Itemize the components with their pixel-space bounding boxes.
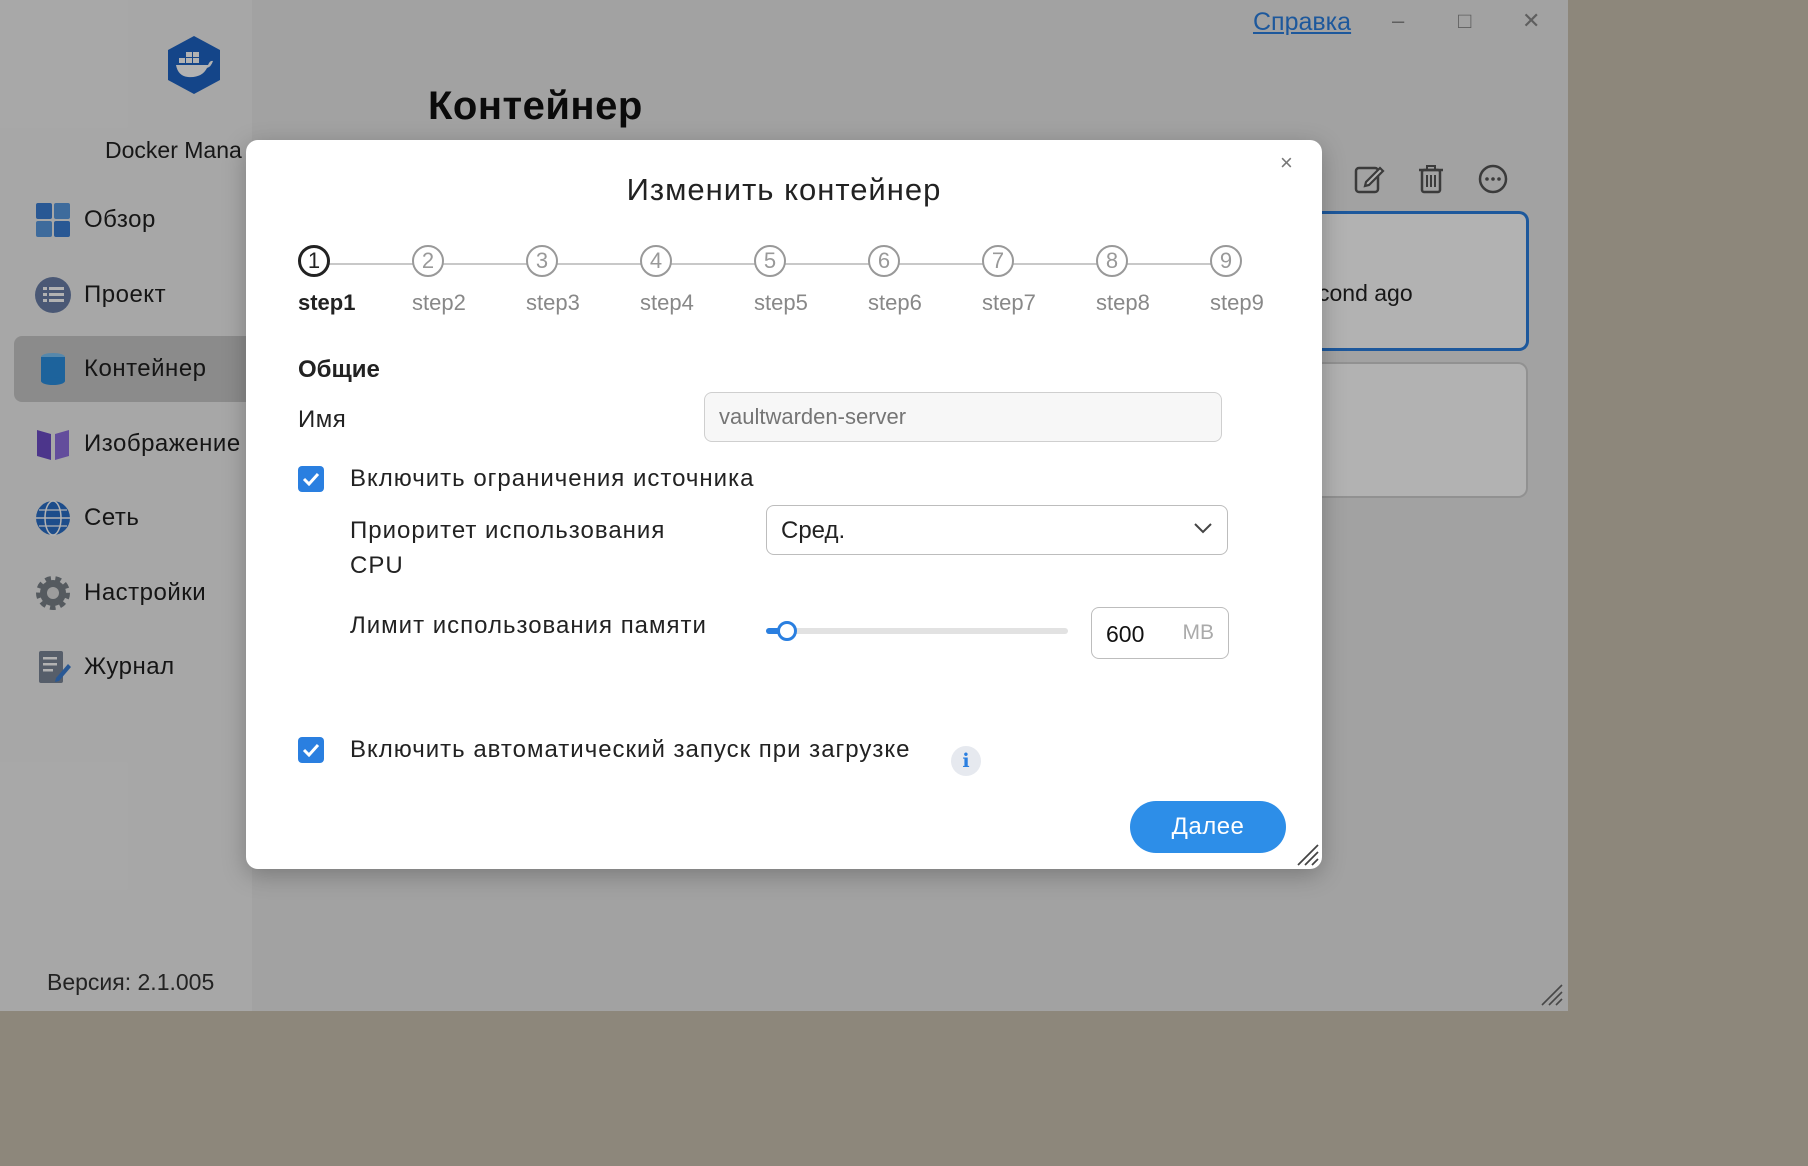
- step-3-label: step3: [526, 290, 580, 315]
- dialog-title: Изменить контейнер: [626, 172, 942, 207]
- checkmark-icon: [302, 743, 320, 757]
- step-5-circle: 5: [754, 245, 786, 277]
- memory-slider-thumb[interactable]: [777, 621, 797, 641]
- step-7-circle: 7: [982, 245, 1014, 277]
- memory-limit-value: 600: [1106, 621, 1145, 647]
- name-label: Имя: [298, 406, 347, 433]
- step-1-label: step1: [298, 290, 356, 315]
- memory-unit-label: MB: [1182, 621, 1215, 644]
- step-8-label: step8: [1096, 290, 1150, 315]
- container-name-input[interactable]: [704, 392, 1222, 442]
- step-6-circle: 6: [868, 245, 900, 277]
- edit-container-dialog: × Изменить контейнер 1 2 3 4 5 6 7 8 9 s…: [246, 140, 1322, 869]
- step-3-circle: 3: [526, 245, 558, 277]
- step-2-circle: 2: [412, 245, 444, 277]
- next-button[interactable]: Далее: [1130, 801, 1286, 853]
- info-icon[interactable]: i: [951, 746, 981, 776]
- step-4-label: step4: [640, 290, 694, 315]
- section-title-general: Общие: [298, 356, 380, 383]
- cpu-priority-select[interactable]: Сред.: [766, 505, 1228, 555]
- memory-limit-input[interactable]: 600 MB: [1091, 607, 1229, 659]
- cpu-priority-value: Сред.: [781, 517, 846, 544]
- step-7-label: step7: [982, 290, 1036, 315]
- step-2-label: step2: [412, 290, 466, 315]
- autostart-checkbox[interactable]: [298, 737, 324, 763]
- memory-slider[interactable]: [766, 621, 1068, 641]
- chevron-down-icon: [1194, 523, 1212, 534]
- step-5-label: step5: [754, 290, 808, 315]
- step-4-circle: 4: [640, 245, 672, 277]
- step-6-label: step6: [868, 290, 922, 315]
- step-1-circle: 1: [298, 245, 330, 277]
- memory-limit-label: Лимит использования памяти: [350, 612, 707, 639]
- resource-limit-label: Включить ограничения источника: [350, 465, 755, 492]
- step-8-circle: 8: [1096, 245, 1128, 277]
- checkmark-icon: [302, 472, 320, 486]
- cpu-priority-label: Приоритет использования CPU: [350, 517, 666, 579]
- dialog-resize-grip-icon[interactable]: [1294, 841, 1320, 867]
- resource-limit-checkbox[interactable]: [298, 466, 324, 492]
- app-window: Docker Mana Обзор Проект Контейнер Изобр…: [0, 0, 1568, 1011]
- step-9-label: step9: [1210, 290, 1264, 315]
- step-9-circle: 9: [1210, 245, 1242, 277]
- autostart-label: Включить автоматический запуск при загру…: [350, 736, 911, 763]
